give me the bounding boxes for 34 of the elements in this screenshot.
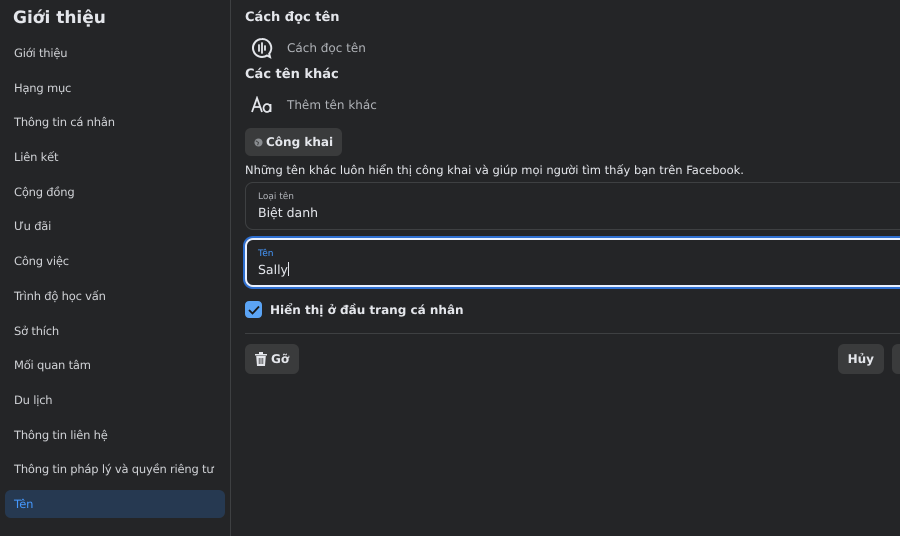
field-value: Sally: [258, 262, 290, 276]
sidebar-title: Giới thiệu: [12, 7, 107, 30]
sidebar-item[interactable]: Tên: [5, 490, 225, 518]
sidebar-item[interactable]: Thông tin liên hệ: [5, 418, 225, 452]
remove-button[interactable]: Gỡ: [245, 344, 300, 374]
sidebar-item[interactable]: Giới thiệu: [5, 36, 225, 71]
description-text: Những tên khác luôn hiển thị công khai và giúp mọi người tìm thấy bạn trên Facebook.: [245, 163, 745, 177]
add-name-link[interactable]: Thêm tên khác: [287, 98, 377, 112]
speech-bubble-icon: [251, 37, 273, 59]
checkbox[interactable]: [245, 301, 262, 318]
sidebar-item[interactable]: Du lịch: [5, 382, 225, 418]
sidebar-item[interactable]: Sở thích: [5, 314, 225, 348]
pronunciation-link[interactable]: Cách đọc tên: [287, 41, 366, 55]
field-label: Tên: [258, 248, 274, 258]
sidebar-item[interactable]: Mối quan tâm: [5, 348, 225, 383]
sidebar-item[interactable]: Thông tin cá nhân: [5, 105, 225, 140]
section-heading: Cách đọc tên: [245, 10, 341, 27]
sidebar-item[interactable]: Trình độ học vấn: [5, 278, 225, 314]
audience-button[interactable]: Công khai: [245, 128, 342, 156]
sidebar-item[interactable]: Liên kết: [5, 140, 225, 175]
field-label: Loại tên: [258, 192, 296, 202]
sidebar-item[interactable]: Cộng đồng: [5, 174, 225, 210]
name-field[interactable]: Loại tên Biệt danh: [245, 182, 900, 230]
name-field[interactable]: Tên Sally: [245, 238, 900, 287]
section-heading: Các tên khác: [245, 67, 340, 84]
checkbox-label: Hiển thị ở đầu trang cá nhân: [270, 302, 464, 316]
font-icon: [251, 96, 273, 114]
trash-icon: [255, 352, 267, 366]
sidebar-item[interactable]: Ưu đãi: [5, 209, 225, 244]
sidebar-item[interactable]: Công việc: [5, 244, 225, 279]
field-value: Biệt danh: [258, 205, 320, 220]
cancel-button[interactable]: Hủy: [838, 344, 884, 374]
sidebar-item[interactable]: Hạng mục: [5, 70, 225, 106]
sidebar-item[interactable]: Thông tin pháp lý và quyền riêng tư: [5, 452, 225, 487]
